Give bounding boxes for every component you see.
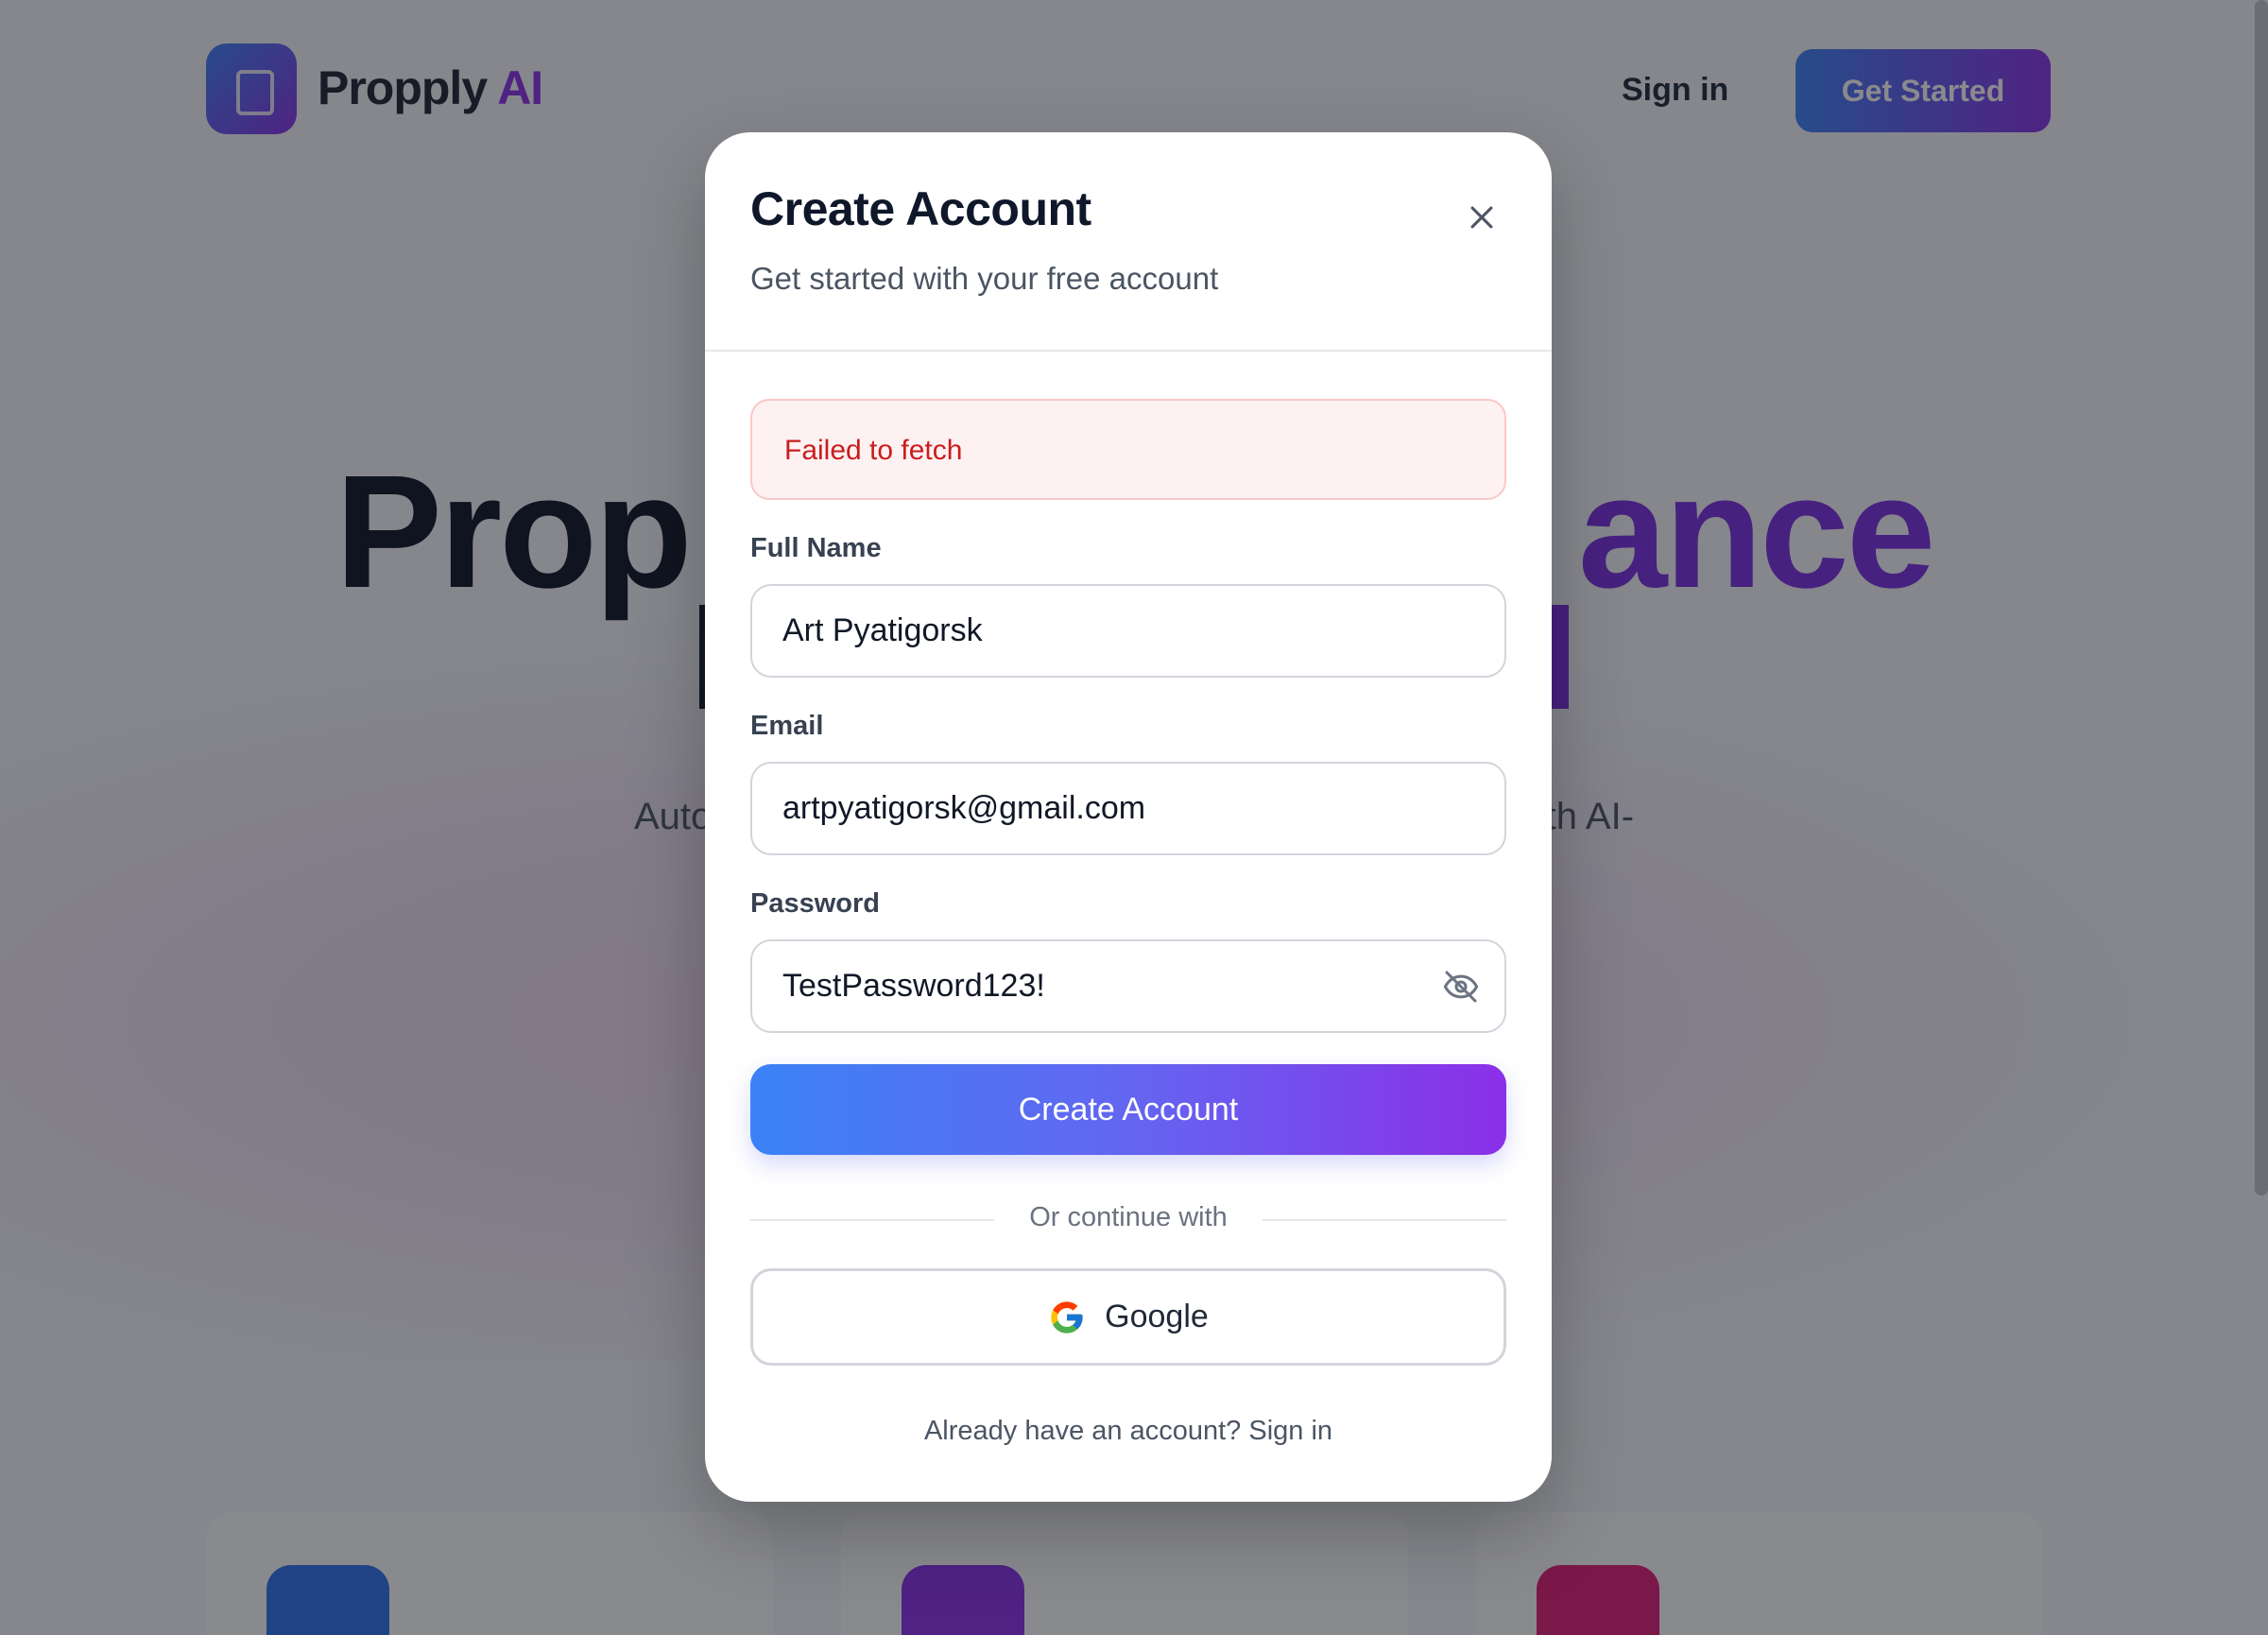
google-signin-button[interactable]: Google	[750, 1268, 1506, 1366]
modal-header: Create Account Get started with your fre…	[705, 132, 1552, 352]
full-name-field-container	[750, 584, 1506, 678]
full-name-label: Full Name	[750, 533, 882, 563]
google-icon	[1051, 1300, 1083, 1334]
close-icon	[1470, 206, 1493, 229]
modal-subtitle: Get started with your free account	[750, 261, 1219, 296]
email-label: Email	[750, 711, 824, 741]
divider-text: Or continue with	[1029, 1202, 1228, 1232]
scrollbar[interactable]	[2255, 0, 2268, 1196]
email-field-container	[750, 762, 1506, 855]
toggle-password-visibility-button[interactable]	[1438, 964, 1484, 1009]
password-input[interactable]	[782, 941, 1406, 1031]
error-alert: Failed to fetch	[750, 399, 1506, 500]
signin-prompt: Already have an account? Sign in	[923, 1416, 1333, 1446]
create-account-button[interactable]: Create Account	[750, 1064, 1506, 1155]
password-label: Password	[750, 888, 880, 919]
email-input[interactable]	[782, 764, 1444, 853]
error-message: Failed to fetch	[784, 435, 963, 466]
modal-title: Create Account	[750, 182, 1091, 235]
password-field-container	[750, 939, 1506, 1033]
sign-in-link[interactable]: Sign in	[1248, 1416, 1332, 1446]
eye-off-icon	[1443, 971, 1479, 1003]
close-button[interactable]	[1452, 187, 1512, 248]
google-button-label: Google	[1105, 1299, 1209, 1334]
create-account-modal: Create Account Get started with your fre…	[705, 132, 1552, 1502]
full-name-input[interactable]	[782, 586, 1444, 676]
